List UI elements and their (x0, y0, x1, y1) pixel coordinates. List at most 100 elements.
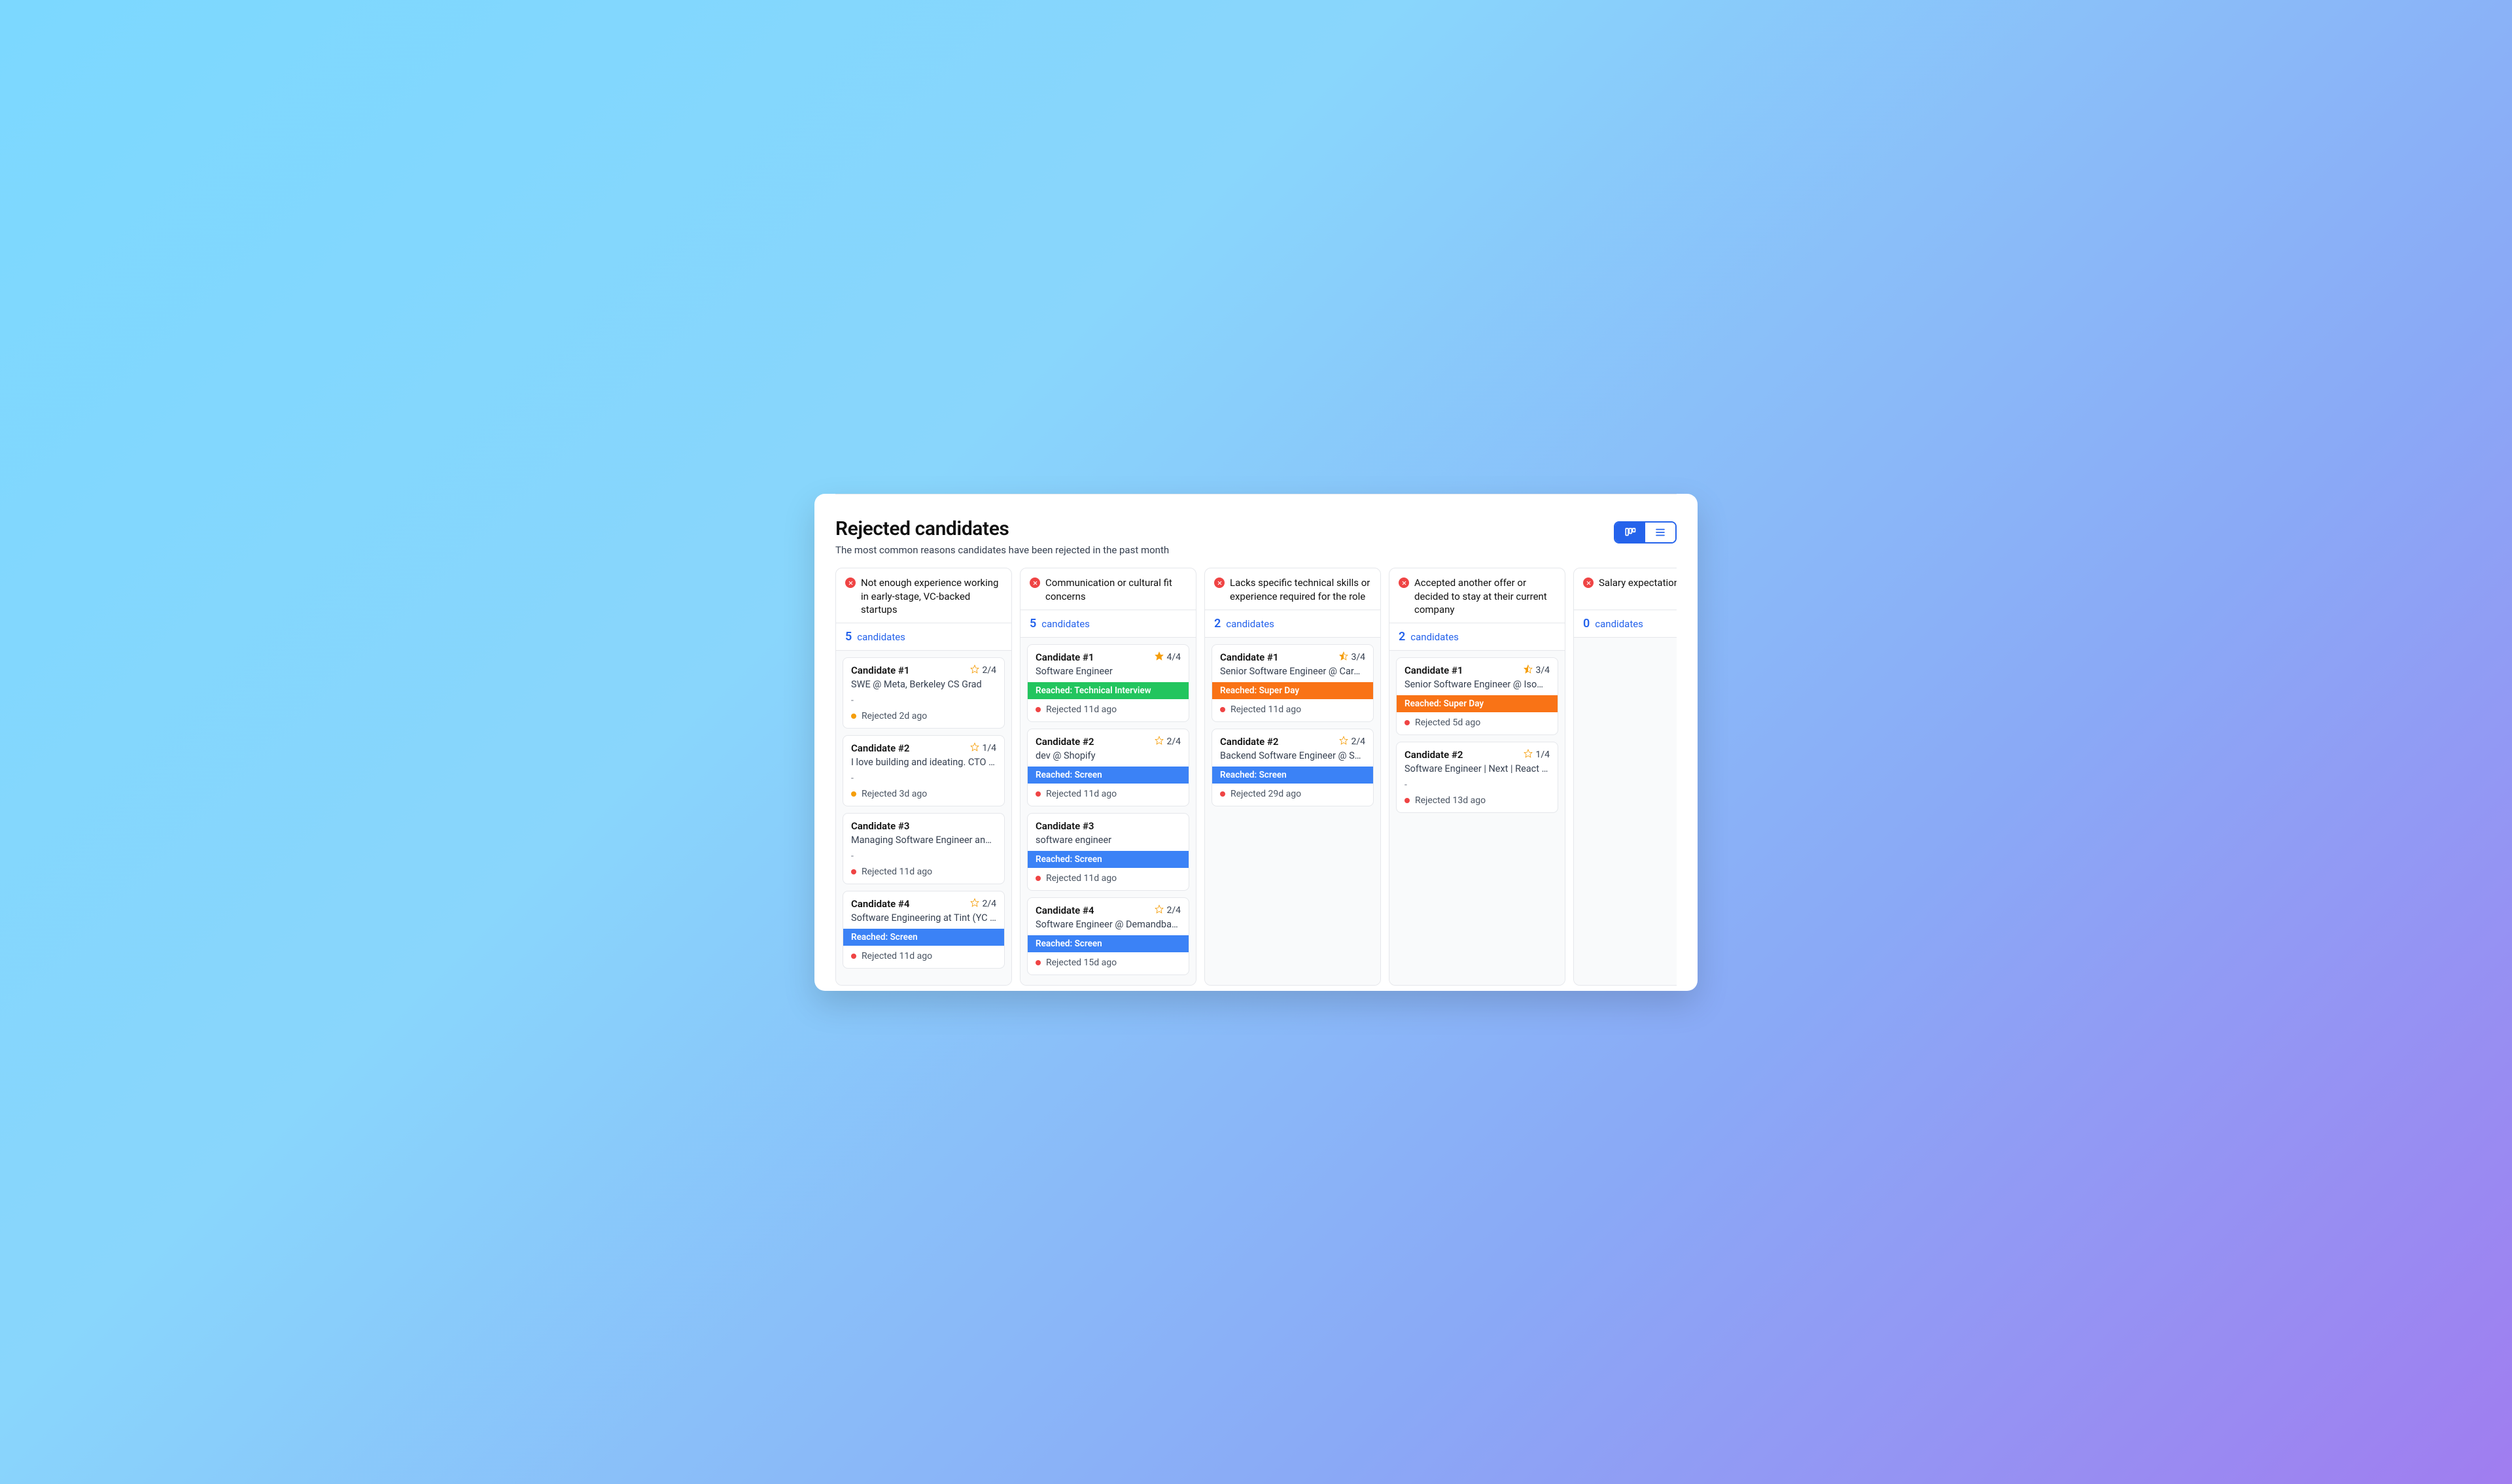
status-dot (1036, 960, 1041, 965)
stage-dash: - (1397, 780, 1558, 790)
status-dot (1036, 707, 1041, 712)
star-icon (1524, 749, 1533, 761)
column-count: 2candidates (1389, 623, 1565, 651)
candidate-name: Candidate #1 (1036, 651, 1094, 663)
candidate-desc: Managing Software Engineer and D… (851, 835, 996, 846)
status-text: Rejected 15d ago (1046, 958, 1117, 968)
status-text: Rejected 29d ago (1230, 789, 1301, 799)
candidate-name: Candidate #1 (851, 664, 909, 676)
candidate-name: Candidate #1 (1404, 664, 1463, 676)
card-header-row: Candidate #4 2/4 (1036, 905, 1181, 916)
card-top: Candidate #12/4SWE @ Meta, Berkeley CS G… (843, 658, 1004, 690)
column-cards[interactable]: Candidate #12/4SWE @ Meta, Berkeley CS G… (836, 651, 1011, 984)
candidate-card[interactable]: Candidate #22/4Backend Software Engineer… (1212, 729, 1374, 806)
status-text: Rejected 11d ago (862, 951, 932, 961)
card-footer: Rejected 13d ago (1397, 790, 1558, 812)
reject-icon (1214, 578, 1225, 588)
candidate-name: Candidate #3 (851, 820, 909, 832)
candidate-card[interactable]: Candidate #12/4SWE @ Meta, Berkeley CS G… (843, 657, 1005, 729)
rating-value: 2/4 (1166, 736, 1181, 747)
column-header: Salary expectations (1574, 568, 1677, 610)
column-cards[interactable]: Candidate #13/4Senior Software Engineer … (1205, 638, 1380, 984)
column-cards[interactable] (1574, 638, 1677, 984)
card-top: Candidate #42/4Software Engineering at T… (843, 891, 1004, 923)
columns: Not enough experience working in early-s… (835, 568, 1677, 985)
candidate-card[interactable]: Candidate #13/4Senior Software Engineer … (1212, 644, 1374, 722)
candidate-card[interactable]: Candidate #21/4 I love building and ideat… (843, 735, 1005, 806)
reject-icon (845, 578, 856, 588)
candidate-desc: Senior Software Engineer @ Caraway (1220, 666, 1365, 677)
card-top: Candidate #1 4/4 Software Engineer (1028, 645, 1189, 677)
status-text: Rejected 11d ago (862, 867, 932, 877)
rating: 3/4 (1524, 664, 1550, 676)
candidate-card[interactable]: Candidate #42/4Software Engineer @ Deman… (1027, 897, 1189, 975)
column-count-label: candidates (1595, 618, 1643, 630)
card-footer: Rejected 2d ago (843, 706, 1004, 728)
rating: 2/4 (1155, 736, 1181, 748)
rating: 1/4 (970, 742, 996, 754)
candidate-desc: I love building and ideating. CTO at … (851, 757, 996, 768)
star-icon (1155, 905, 1164, 916)
star-icon (1339, 651, 1348, 663)
candidate-desc: Software Engineering at Tint (YC W… (851, 912, 996, 923)
candidate-desc: Senior Software Engineer @ Isomet… (1404, 679, 1550, 690)
rating-value: 1/4 (982, 743, 996, 753)
rating: 2/4 (1339, 736, 1365, 748)
rating: 2/4 (1155, 905, 1181, 916)
status-dot (1404, 798, 1410, 803)
column-header: Accepted another offer or decided to sta… (1389, 568, 1565, 623)
column-cards[interactable]: Candidate #1 3/4 Senior Software Engineer … (1389, 651, 1565, 984)
candidate-card[interactable]: Candidate #3 Managing Software Engineer a… (843, 813, 1005, 884)
card-top: Candidate #1 3/4 Senior Software Engineer … (1397, 658, 1558, 690)
panel-inner: Rejected candidates The most common reas… (814, 502, 1698, 990)
stage-badge: Reached: Screen (1028, 851, 1189, 868)
status-dot (851, 954, 856, 959)
stage-spacer (843, 768, 1004, 773)
column-count-label: candidates (1410, 631, 1459, 643)
status-dot (1036, 791, 1041, 797)
column-count: 5candidates (836, 623, 1011, 651)
columns-scroll[interactable]: Not enough experience working in early-s… (835, 568, 1677, 990)
candidate-card[interactable]: Candidate #42/4Software Engineering at T… (843, 891, 1005, 969)
candidate-name: Candidate #4 (1036, 905, 1094, 916)
stage-spacer (843, 690, 1004, 695)
column-cards[interactable]: Candidate #1 4/4 Software Engineer Reached:… (1020, 638, 1196, 984)
candidate-card[interactable]: Candidate #1 3/4 Senior Software Engineer … (1396, 657, 1558, 735)
column-header: Lacks specific technical skills or exper… (1205, 568, 1380, 610)
candidate-desc: dev @ Shopify (1036, 750, 1181, 761)
view-kanban-button[interactable] (1615, 523, 1645, 542)
rating-value: 3/4 (1535, 665, 1550, 676)
card-top: Candidate #3 Managing Software Engineer a… (843, 814, 1004, 846)
card-top: Candidate #21/4Software Engineer | Next … (1397, 742, 1558, 774)
candidate-card[interactable]: Candidate #21/4Software Engineer | Next … (1396, 742, 1558, 813)
candidate-card[interactable]: Candidate #14/4Software EngineerReached:… (1027, 644, 1189, 722)
star-icon (970, 664, 979, 676)
card-top: Candidate #13/4Senior Software Engineer … (1212, 645, 1373, 677)
rating-value: 1/4 (1535, 750, 1550, 760)
rejection-column: Lacks specific technical skills or exper… (1204, 568, 1381, 985)
card-header-row: Candidate #22/4 (1220, 736, 1365, 748)
status-text: Rejected 3d ago (862, 789, 927, 799)
column-count-number: 5 (1030, 617, 1036, 630)
star-icon (1155, 651, 1164, 663)
candidate-desc: Software Engineer (1036, 666, 1181, 677)
column-count-number: 2 (1214, 617, 1221, 630)
column-count-number: 5 (845, 630, 852, 644)
card-header-row: Candidate #3 (1036, 820, 1181, 832)
column-count: 0candidates (1574, 610, 1677, 638)
view-list-button[interactable] (1645, 523, 1675, 542)
column-header: Not enough experience working in early-s… (836, 568, 1011, 623)
rejection-column: Communication or cultural fit concerns5c… (1020, 568, 1196, 985)
candidate-card[interactable]: Candidate #22/4dev @ ShopifyReached: Scr… (1027, 729, 1189, 806)
candidate-card[interactable]: Candidate #3software engineerReached: Sc… (1027, 813, 1189, 891)
card-top: Candidate #22/4Backend Software Engineer… (1212, 729, 1373, 761)
column-header: Communication or cultural fit concerns (1020, 568, 1196, 610)
status-dot (1220, 707, 1225, 712)
stage-badge: Reached: Super Day (1212, 682, 1373, 699)
card-header-row: Candidate #1 4/4 (1036, 651, 1181, 663)
rating-value: 2/4 (982, 665, 996, 676)
rating-value: 4/4 (1166, 652, 1181, 663)
card-top: Candidate #22/4dev @ Shopify (1028, 729, 1189, 761)
card-header-row: Candidate #21/4 (851, 742, 996, 754)
candidate-name: Candidate #1 (1220, 651, 1278, 663)
